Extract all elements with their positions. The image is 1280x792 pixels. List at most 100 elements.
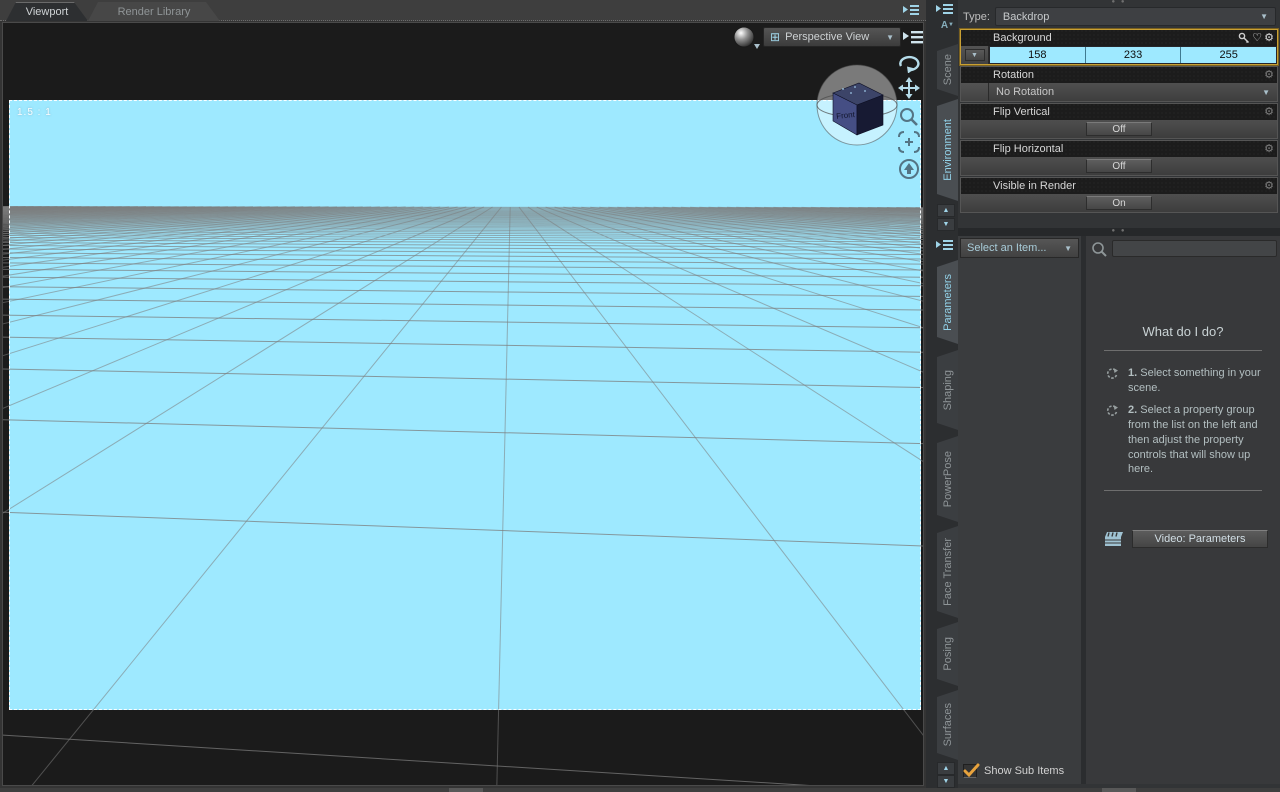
view-selector-dropdown[interactable]: ⊞ Perspective View ▼: [763, 27, 901, 47]
background-property-group: Background ♡ ⚙ ▼ 158 233 255: [960, 29, 1278, 65]
sidetab-surfaces[interactable]: Surfaces: [937, 690, 958, 760]
tabs-scroll-up-button-2[interactable]: ▲: [937, 762, 955, 775]
flip-vertical-label: Flip Vertical: [993, 106, 1050, 118]
video-parameters-button[interactable]: Video: Parameters: [1132, 530, 1268, 548]
favorite-heart-icon[interactable]: ♡: [1252, 33, 1262, 44]
background-gear-icon[interactable]: ⚙: [1264, 33, 1274, 44]
flip-horizontal-property-group: Flip Horizontal ⚙ Off: [960, 140, 1278, 176]
flip-vertical-property-group: Flip Vertical ⚙ Off: [960, 103, 1278, 139]
viewport-pane-menu-icon[interactable]: [903, 4, 919, 17]
visible-in-render-gear-icon[interactable]: ⚙: [1264, 181, 1274, 192]
visible-in-render-toggle[interactable]: On: [1086, 196, 1152, 210]
app-window: Viewport Render Library 1.5 : 1: [0, 0, 1280, 792]
sidetab-parameters[interactable]: Parameters: [937, 260, 958, 344]
sort-tabs-icon[interactable]: A▼: [941, 20, 954, 31]
viewport-3d-area[interactable]: 1.5 : 1 ⊞ Perspective View ▼: [2, 22, 924, 786]
help-title: What do I do?: [1086, 324, 1280, 339]
tabs-scroll-down-button-2[interactable]: ▼: [937, 775, 955, 788]
color-picker-dropdown[interactable]: ▼: [965, 49, 985, 61]
background-red-value[interactable]: 158: [990, 47, 1086, 63]
pane-splitter[interactable]: ● ●: [958, 228, 1280, 236]
rotation-dropdown[interactable]: No Rotation ▼: [989, 83, 1277, 101]
orbit-tool-icon[interactable]: [896, 53, 922, 73]
step-2-number: 2.: [1128, 404, 1137, 416]
viewport-tab-bar: Viewport Render Library: [0, 0, 926, 21]
rotation-gear-icon[interactable]: ⚙: [1264, 70, 1274, 81]
sidetab-powerpose[interactable]: PowerPose: [937, 436, 958, 522]
search-input[interactable]: [1112, 240, 1277, 257]
step-1-number: 1.: [1128, 367, 1137, 379]
flip-horizontal-toggle[interactable]: Off: [1086, 159, 1152, 173]
sidetab-shaping[interactable]: Shaping: [937, 350, 958, 430]
video-clapper-icon: [1104, 531, 1123, 547]
sidetab-posing[interactable]: Posing: [937, 622, 958, 686]
top-pane-menu-icon[interactable]: [936, 2, 954, 19]
chevron-down-icon: ▼: [1260, 12, 1268, 21]
background-blue-value[interactable]: 255: [1181, 47, 1276, 63]
aspect-ratio-label: 1.5 : 1: [17, 107, 52, 118]
viewport-options-icon[interactable]: [903, 29, 923, 45]
sidetab-face-transfer[interactable]: Face Transfer: [937, 526, 958, 618]
bottom-resize-bar: [0, 788, 1280, 792]
rotation-value: No Rotation: [996, 86, 1054, 98]
flip-vertical-toggle[interactable]: Off: [1086, 122, 1152, 136]
tabs-scroll-down-button[interactable]: ▼: [937, 218, 955, 231]
chevron-down-icon: ▼: [1262, 88, 1270, 97]
flip-horizontal-gear-icon[interactable]: ⚙: [1264, 144, 1274, 155]
refresh-bullet-icon: [1106, 367, 1119, 380]
rotation-label: Rotation: [993, 69, 1034, 81]
search-icon[interactable]: [1090, 240, 1108, 258]
flip-horizontal-label: Flip Horizontal: [993, 143, 1063, 155]
backdrop-type-row: Type: Backdrop ▼: [963, 7, 1276, 26]
window-grid-icon: ⊞: [770, 31, 780, 43]
tab-viewport[interactable]: Viewport: [6, 2, 88, 21]
type-label: Type:: [963, 11, 990, 23]
tabs-scroll-up-button[interactable]: ▲: [937, 204, 955, 217]
view-selector-value: Perspective View: [785, 31, 869, 43]
pan-tool-icon[interactable]: [896, 77, 922, 99]
frame-tool-icon[interactable]: [896, 131, 922, 153]
parameters-item-column: Select an Item... ▼ Show Sub Items: [958, 236, 1086, 784]
chevron-down-icon: ▼: [886, 33, 894, 42]
viewport-pane: Viewport Render Library 1.5 : 1: [0, 0, 926, 788]
view-cube-gizmo[interactable]: Front: [813, 59, 901, 147]
refresh-bullet-icon: [1106, 404, 1119, 417]
panel-top-grip[interactable]: ● ●: [1112, 0, 1127, 4]
perspective-grid: [3, 23, 923, 785]
background-label: Background: [993, 32, 1052, 44]
drawstyle-sphere-icon[interactable]: [732, 25, 762, 51]
visible-in-render-label: Visible in Render: [993, 180, 1076, 192]
tab-render-library[interactable]: Render Library: [88, 2, 220, 21]
side-tab-strip: A▼ Scene Environment ▲ ▼ Parameters Shap…: [926, 0, 958, 788]
divider: [1104, 490, 1262, 491]
help-step-1: 1. Select something in your scene.: [1106, 366, 1270, 396]
sidetab-scene[interactable]: Scene: [937, 44, 958, 96]
zoom-tool-icon[interactable]: [896, 106, 922, 128]
show-sub-items-checkbox[interactable]: [963, 764, 977, 778]
backdrop-type-dropdown[interactable]: Backdrop ▼: [995, 7, 1276, 26]
sidetab-environment[interactable]: Environment: [937, 99, 958, 201]
item-selector-value: Select an Item...: [967, 242, 1046, 254]
parameters-pane: Select an Item... ▼ Show Sub Items What …: [958, 236, 1280, 784]
viewport-resize-grip[interactable]: [449, 788, 483, 792]
visible-in-render-property-group: Visible in Render ⚙ On: [960, 177, 1278, 213]
aim-tool-icon[interactable]: [896, 158, 922, 180]
color-picker-cell: ▼: [961, 46, 989, 64]
step-1-text: Select something in your scene.: [1128, 367, 1261, 394]
parameters-content-column: What do I do? 1. Select something in you…: [1086, 236, 1280, 784]
panel-resize-grip[interactable]: [1102, 788, 1136, 792]
chevron-down-icon: ▼: [1064, 244, 1072, 253]
divider: [1104, 350, 1262, 351]
background-color-bar[interactable]: 158 233 255: [989, 46, 1277, 64]
background-green-value[interactable]: 233: [1086, 47, 1182, 63]
rotation-property-group: Rotation ⚙ No Rotation ▼: [960, 66, 1278, 102]
help-step-2: 2. Select a property group from the list…: [1106, 403, 1270, 477]
show-sub-items-label: Show Sub Items: [984, 765, 1064, 777]
flip-vertical-gear-icon[interactable]: ⚙: [1264, 107, 1274, 118]
key-icon[interactable]: [1238, 32, 1250, 44]
rotation-left-cell: [961, 83, 989, 101]
bottom-pane-menu-icon[interactable]: [936, 238, 954, 255]
item-selector-dropdown[interactable]: Select an Item... ▼: [960, 238, 1079, 258]
right-panel: ● ● Type: Backdrop ▼ Background ♡ ⚙: [958, 0, 1280, 788]
backdrop-type-value: Backdrop: [1003, 11, 1049, 23]
